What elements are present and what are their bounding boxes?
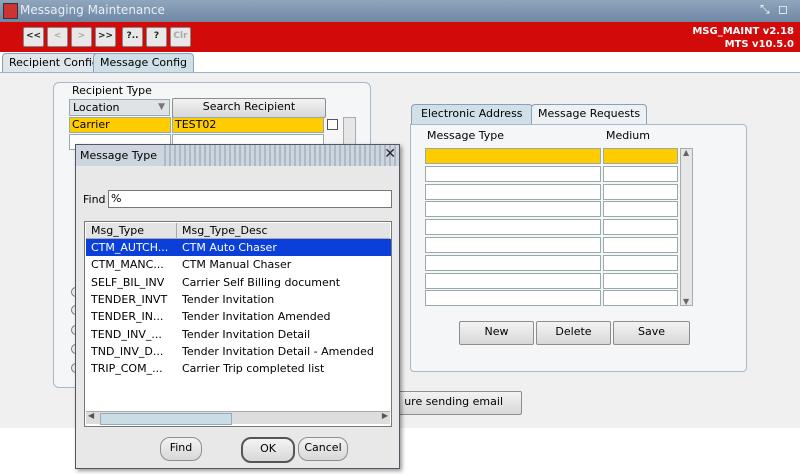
new-button[interactable]: New <box>459 321 534 345</box>
medium-cell[interactable] <box>603 165 678 182</box>
list-item-desc: Tender Invitation Detail - Amended <box>182 344 374 358</box>
scroll-left-icon[interactable]: ◀ <box>88 411 94 420</box>
find-input[interactable]: % <box>108 190 392 208</box>
column-divider <box>176 223 177 239</box>
list-item-desc: Tender Invitation Detail <box>182 327 311 341</box>
message-type-cell[interactable] <box>425 148 601 164</box>
message-type-cell[interactable] <box>425 165 601 182</box>
medium-cell[interactable] <box>603 183 678 200</box>
message-type-cell[interactable] <box>425 237 601 253</box>
list-item[interactable]: CTM_AUTCH... CTM Auto Chaser <box>86 239 391 256</box>
chevron-down-icon[interactable]: ▼ <box>158 100 165 115</box>
list-item[interactable]: CTM_MANC... CTM Manual Chaser <box>86 256 391 273</box>
dialog-ok-button[interactable]: OK <box>241 437 295 463</box>
last-record-button[interactable]: >> <box>95 27 116 47</box>
medium-cell[interactable] <box>603 254 678 271</box>
list-item-desc: Carrier Self Billing document <box>182 275 341 289</box>
list-item-desc: CTM Auto Chaser <box>182 241 277 254</box>
medium-cell[interactable] <box>603 201 678 218</box>
list-header: Msg_Type Msg_Type_Desc <box>86 223 390 239</box>
list-item-type: TENDER_IN... <box>91 310 164 324</box>
scroll-thumb[interactable] <box>100 413 232 425</box>
window-titlebar: Messaging Maintenance ⤡ ◻ <box>0 0 800 22</box>
list-item-desc: CTM Manual Chaser <box>182 258 292 272</box>
dialog-find-button[interactable]: Find <box>160 437 202 461</box>
find-label: Find <box>83 193 106 206</box>
app-icon <box>3 3 18 19</box>
first-record-button[interactable]: << <box>23 27 44 47</box>
close-icon[interactable]: ✕ <box>384 146 396 162</box>
message-type-cell[interactable] <box>425 219 601 236</box>
location-column-header[interactable]: Location ▼ <box>69 99 170 116</box>
medium-cell[interactable] <box>603 272 678 289</box>
version-info: MSG_MAINT v2.18 MTS v10.5.0 <box>692 25 794 51</box>
location-label: Location <box>73 101 120 114</box>
dialog-cancel-button[interactable]: Cancel <box>298 437 348 461</box>
list-item-type: TRIP_COM_... <box>91 362 163 376</box>
help-button[interactable]: ? <box>146 27 167 47</box>
list-horizontal-scrollbar[interactable]: ◀ ▶ <box>86 411 390 425</box>
list-item-type: TENDER_INVT <box>91 292 168 306</box>
list-item[interactable]: TEND_INV_... Tender Invitation Detail <box>86 326 391 343</box>
list-item-type: TND_INV_D... <box>91 344 164 358</box>
list-item[interactable]: TND_INV_D... Tender Invitation Detail - A… <box>86 343 391 360</box>
message-type-column-header: Message Type <box>427 129 504 142</box>
col-msg-type-desc-header[interactable]: Msg_Type_Desc <box>182 224 268 237</box>
list-values-button[interactable]: ?.. <box>122 27 143 47</box>
message-type-dialog: Message Type ✕ Find % Msg_Type Msg_Type_… <box>75 144 400 469</box>
message-type-cell[interactable] <box>425 183 601 200</box>
medium-cell[interactable] <box>603 148 678 164</box>
list-item-type: TEND_INV_... <box>91 327 162 341</box>
minimize-icon[interactable]: ⤡ <box>760 2 770 17</box>
window-title: Messaging Maintenance <box>20 3 165 17</box>
version-line-1: MSG_MAINT v2.18 <box>692 26 794 37</box>
message-type-cell[interactable] <box>425 201 601 218</box>
message-requests-scrollbar[interactable]: ▲ ▼ <box>680 148 693 306</box>
tab-message-requests[interactable]: Message Requests <box>531 104 648 124</box>
message-type-cell[interactable] <box>425 290 601 307</box>
version-line-2: MTS v10.5.0 <box>724 39 794 50</box>
medium-column-header: Medium <box>606 129 650 142</box>
list-item[interactable]: TENDER_INVT Tender Invitation <box>86 291 391 308</box>
prev-record-button[interactable]: < <box>47 27 68 47</box>
dialog-title: Message Type <box>76 145 161 166</box>
list-item-type: CTM_AUTCH... <box>91 241 169 254</box>
list-item-type: SELF_BIL_INV <box>91 275 165 289</box>
maximize-icon[interactable]: ◻ <box>778 2 788 16</box>
save-button[interactable]: Save <box>613 321 690 345</box>
list-item[interactable]: TRIP_COM_... Carrier Trip completed list <box>86 360 391 377</box>
scroll-right-icon[interactable]: ▶ <box>382 411 388 420</box>
list-item-desc: Carrier Trip completed list <box>182 362 325 376</box>
search-recipient-button[interactable]: Search Recipient <box>172 98 326 118</box>
message-type-cell[interactable] <box>425 254 601 271</box>
list-item-desc: Tender Invitation Amended <box>182 310 331 324</box>
col-msg-type-header[interactable]: Msg_Type <box>91 224 144 237</box>
recipient-checkbox[interactable] <box>327 119 338 130</box>
medium-cell[interactable] <box>603 237 678 253</box>
dialog-titlebar: Message Type ✕ <box>76 145 399 166</box>
next-record-button[interactable]: > <box>71 27 92 47</box>
list-item[interactable]: TENDER_IN... Tender Invitation Amended <box>86 308 391 325</box>
message-type-cell[interactable] <box>425 272 601 289</box>
tab-electronic-address[interactable]: Electronic Address <box>411 104 533 124</box>
scroll-down-icon[interactable]: ▼ <box>683 297 689 306</box>
recipient-value-cell[interactable]: TEST02 <box>172 117 324 133</box>
medium-cell[interactable] <box>603 219 678 236</box>
tab-recipient-config[interactable]: Recipient Config <box>2 53 106 73</box>
scroll-up-icon[interactable]: ▲ <box>683 148 689 157</box>
tab-message-config[interactable]: Message Config <box>93 53 195 73</box>
list-item-desc: Tender Invitation <box>182 292 275 306</box>
delete-button[interactable]: Delete <box>536 321 611 345</box>
toolbar: << < > >> ?.. ? Clr <box>0 22 800 52</box>
list-item[interactable]: SELF_BIL_INV Carrier Self Billing documen… <box>86 274 391 291</box>
clear-button[interactable]: Clr <box>170 27 191 47</box>
list-item-type: CTM_MANC... <box>91 258 164 272</box>
recipient-type-cell[interactable]: Carrier <box>69 117 171 133</box>
medium-cell[interactable] <box>603 290 678 307</box>
recipient-type-label: Recipient Type <box>72 84 152 97</box>
